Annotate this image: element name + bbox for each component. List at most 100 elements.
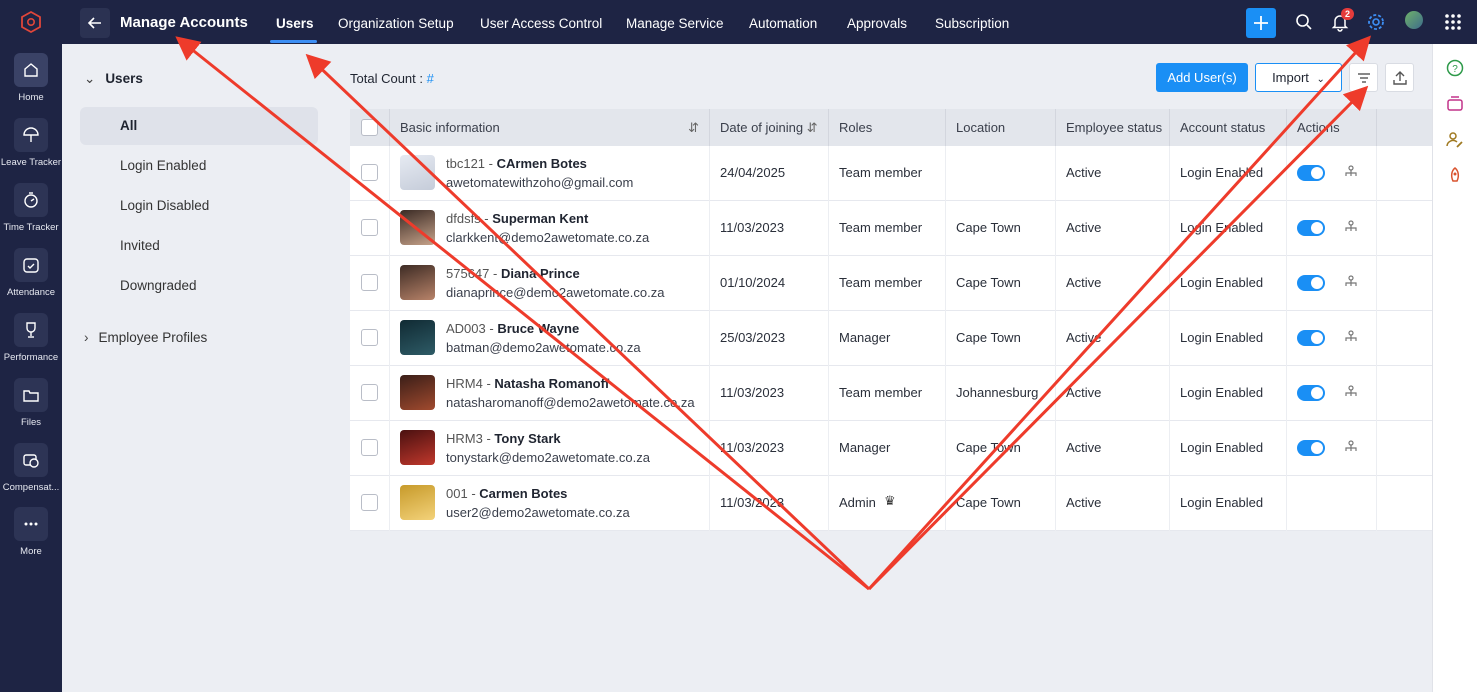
account-status: Login Enabled — [1180, 330, 1264, 345]
sidebar-section-employee-profiles[interactable]: › Employee Profiles — [84, 330, 207, 345]
tab-automation[interactable]: Automation — [749, 16, 817, 31]
svg-text:?: ? — [1452, 64, 1458, 75]
nav-item-leave-tracker[interactable]: Leave Tracker — [0, 118, 62, 168]
login-toggle[interactable] — [1297, 385, 1325, 401]
top-bar: Manage Accounts Users Organization Setup… — [62, 0, 1477, 44]
employee-name[interactable]: Bruce Wayne — [497, 321, 579, 336]
employee-id-name: HRM4 - Natasha Romanoff — [446, 376, 610, 391]
employee-name[interactable]: Natasha Romanoff — [494, 376, 609, 391]
table-row[interactable]: AD003 - Bruce Wayne batman@demo2awetomat… — [350, 311, 1432, 366]
nav-item-time-tracker[interactable]: Time Tracker — [0, 183, 62, 233]
nav-item-compensation[interactable]: Compensat... — [0, 443, 62, 493]
table-row[interactable]: 001 - Carmen Botes user2@demo2awetomate.… — [350, 476, 1432, 531]
actions-cell — [1287, 146, 1377, 201]
org-tree-icon[interactable] — [1343, 384, 1359, 400]
folder-icon — [14, 378, 48, 412]
table-row[interactable]: HRM3 - Tony Stark tonystark@demo2awetoma… — [350, 421, 1432, 476]
table-row[interactable]: tbc121 - CArmen Botes awetomatewithzoho@… — [350, 146, 1432, 201]
sort-icon[interactable]: ⇵ — [807, 120, 818, 135]
column-header-date-of-joining[interactable]: Date of joining ⇵ — [710, 109, 829, 146]
employee-photo — [400, 375, 435, 410]
date-of-joining: 11/03/2023 — [720, 385, 785, 400]
org-tree-icon[interactable] — [1343, 219, 1359, 235]
column-header-basic-info[interactable]: Basic information ⇵ — [390, 109, 710, 146]
tab-organization-setup[interactable]: Organization Setup — [338, 16, 454, 31]
employee-status: Active — [1066, 330, 1102, 345]
tray-icon[interactable] — [1445, 94, 1465, 114]
export-button[interactable] — [1385, 63, 1414, 92]
gear-icon[interactable] — [1366, 12, 1386, 32]
apps-grid-icon[interactable] — [1443, 12, 1463, 32]
employee-name[interactable]: Carmen Botes — [479, 486, 567, 501]
row-checkbox[interactable] — [361, 439, 378, 456]
tab-user-access-control[interactable]: User Access Control — [480, 16, 602, 31]
employee-id-name: dfdsfs - Superman Kent — [446, 211, 589, 226]
nav-item-more[interactable]: More — [0, 507, 62, 557]
sort-icon[interactable]: ⇵ — [688, 109, 699, 146]
chevron-down-icon: ⌄ — [84, 71, 96, 86]
employee-name[interactable]: CArmen Botes — [497, 156, 587, 171]
employee-name[interactable]: Superman Kent — [492, 211, 588, 226]
row-checkbox[interactable] — [361, 219, 378, 236]
tab-subscription[interactable]: Subscription — [935, 16, 1009, 31]
sidebar-item-login-disabled[interactable]: Login Disabled — [80, 187, 318, 225]
sidebar-item-invited[interactable]: Invited — [80, 227, 318, 265]
login-toggle[interactable] — [1297, 330, 1325, 346]
employee-name[interactable]: Diana Prince — [501, 266, 580, 281]
page-title: Manage Accounts — [120, 14, 248, 31]
row-checkbox[interactable] — [361, 384, 378, 401]
select-all-checkbox[interactable] — [361, 119, 378, 136]
row-checkbox[interactable] — [361, 274, 378, 291]
org-tree-icon[interactable] — [1343, 164, 1359, 180]
app-logo-icon[interactable] — [19, 10, 43, 34]
org-tree-icon[interactable] — [1343, 439, 1359, 455]
quick-add-button[interactable] — [1246, 8, 1276, 38]
sidebar-section-users[interactable]: ⌄ Users — [84, 71, 143, 87]
basic-info-cell: 575647 - Diana Prince dianaprince@demo2a… — [390, 256, 710, 311]
nav-item-attendance[interactable]: Attendance — [0, 248, 62, 298]
actions-cell — [1287, 366, 1377, 421]
back-button[interactable] — [80, 8, 110, 38]
nav-item-home[interactable]: Home — [0, 53, 62, 103]
import-dropdown[interactable]: Import ⌄ — [1255, 63, 1342, 92]
org-tree-icon[interactable] — [1343, 329, 1359, 345]
sidebar-item-login-enabled[interactable]: Login Enabled — [80, 147, 318, 185]
table-header: Basic information ⇵ Date of joining ⇵ Ro… — [350, 109, 1432, 146]
tab-manage-service[interactable]: Manage Service — [626, 16, 724, 31]
user-avatar[interactable] — [1405, 11, 1423, 29]
sidebar-item-downgraded[interactable]: Downgraded — [80, 267, 318, 305]
login-toggle[interactable] — [1297, 165, 1325, 181]
row-select-cell — [350, 366, 390, 421]
actions-cell — [1287, 201, 1377, 256]
user-edit-icon[interactable] — [1445, 130, 1465, 150]
nav-item-performance[interactable]: Performance — [0, 313, 62, 363]
nav-item-files[interactable]: Files — [0, 378, 62, 428]
add-users-button[interactable]: Add User(s) — [1156, 63, 1248, 92]
total-count-value: # — [426, 71, 434, 86]
tab-approvals[interactable]: Approvals — [847, 16, 907, 31]
table-row[interactable]: HRM4 - Natasha Romanoff natasharomanoff@… — [350, 366, 1432, 421]
location-cell — [946, 146, 1056, 201]
nav-label: Compensat... — [2, 482, 60, 493]
row-checkbox[interactable] — [361, 329, 378, 346]
search-icon[interactable] — [1294, 12, 1314, 32]
date-of-joining: 11/03/2023 — [720, 495, 785, 510]
help-icon[interactable]: ? — [1445, 58, 1465, 78]
login-toggle[interactable] — [1297, 220, 1325, 236]
employee-id-name: 001 - Carmen Botes — [446, 486, 568, 501]
login-toggle[interactable] — [1297, 440, 1325, 456]
chevron-down-icon: ⌄ — [1316, 74, 1325, 85]
org-tree-icon[interactable] — [1343, 274, 1359, 290]
table-row[interactable]: 575647 - Diana Prince dianaprince@demo2a… — [350, 256, 1432, 311]
role-cell: Admin ♛ — [829, 476, 946, 531]
login-toggle[interactable] — [1297, 275, 1325, 291]
sidebar-item-all[interactable]: All — [80, 107, 318, 145]
filter-button[interactable] — [1349, 63, 1378, 92]
rocket-icon[interactable] — [1445, 166, 1465, 186]
account-status-cell: Login Enabled — [1170, 256, 1287, 311]
employee-name[interactable]: Tony Stark — [494, 431, 560, 446]
row-checkbox[interactable] — [361, 494, 378, 511]
row-checkbox[interactable] — [361, 164, 378, 181]
table-row[interactable]: dfdsfs - Superman Kent clarkkent@demo2aw… — [350, 201, 1432, 256]
tab-users[interactable]: Users — [276, 16, 314, 31]
